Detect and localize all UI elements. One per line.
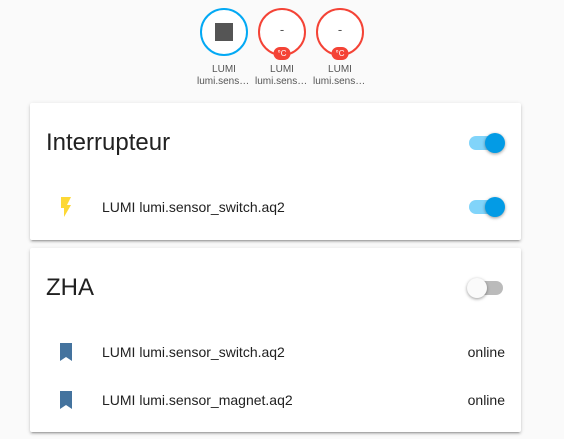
group-toggle[interactable]	[467, 278, 505, 298]
entity-name: LUMI lumi.sensor_switch.aq2	[102, 199, 285, 215]
card-zha: ZHA LUMI lumi.sensor_switch.aq2 online L…	[30, 248, 521, 432]
badge-name-line2: lumi.sensor_switch.aq2	[197, 76, 251, 87]
entity-row[interactable]: LUMI lumi.sensor_switch.aq2 online	[30, 328, 521, 376]
badge-name-line1: LUMI	[328, 64, 352, 75]
badge-value: -	[337, 21, 343, 37]
card-title: Interrupteur	[46, 129, 171, 156]
badge-name-line2: lumi.sensor_...	[255, 76, 309, 87]
badge-circle: - °C	[316, 8, 364, 60]
group-toggle[interactable]	[469, 133, 505, 153]
badge-circle	[200, 8, 248, 56]
badge-switch[interactable]: LUMI lumi.sensor_switch.aq2	[197, 8, 251, 88]
entity-toggle[interactable]	[469, 197, 505, 217]
badge-name-line2: lumi.sensor_...	[313, 76, 367, 87]
card-header: ZHA	[30, 248, 521, 328]
stop-square-icon	[215, 23, 233, 41]
entity-row[interactable]: LUMI lumi.sensor_magnet.aq2 online	[30, 376, 521, 424]
badges-row: LUMI lumi.sensor_switch.aq2 - °C LUMI lu…	[0, 8, 564, 88]
badge-name-line1: LUMI	[270, 64, 294, 75]
flash-icon	[46, 195, 86, 219]
entity-name: LUMI lumi.sensor_switch.aq2	[102, 344, 285, 360]
badge-value: -	[279, 21, 285, 37]
badge-name: LUMI lumi.sensor_switch.aq2	[197, 64, 251, 88]
badge-unit: °C	[331, 47, 349, 60]
bookmark-icon	[46, 340, 86, 364]
badge-name: LUMI lumi.sensor_...	[313, 64, 367, 88]
card-header: Interrupteur	[30, 103, 521, 183]
card-title: ZHA	[46, 274, 94, 301]
badge-temperature-2[interactable]: - °C LUMI lumi.sensor_...	[313, 8, 367, 88]
entity-row[interactable]: LUMI lumi.sensor_switch.aq2	[30, 183, 521, 231]
bookmark-icon	[46, 388, 86, 412]
entity-state: online	[467, 392, 505, 408]
badge-circle: - °C	[258, 8, 306, 60]
badge-temperature-1[interactable]: - °C LUMI lumi.sensor_...	[255, 8, 309, 88]
entity-name: LUMI lumi.sensor_magnet.aq2	[102, 392, 293, 408]
entity-state: online	[467, 344, 505, 360]
badge-name-line1: LUMI	[212, 64, 236, 75]
badge-name: LUMI lumi.sensor_...	[255, 64, 309, 88]
card-interrupteur: Interrupteur LUMI lumi.sensor_switch.aq2	[30, 103, 521, 240]
badge-unit: °C	[273, 47, 291, 60]
